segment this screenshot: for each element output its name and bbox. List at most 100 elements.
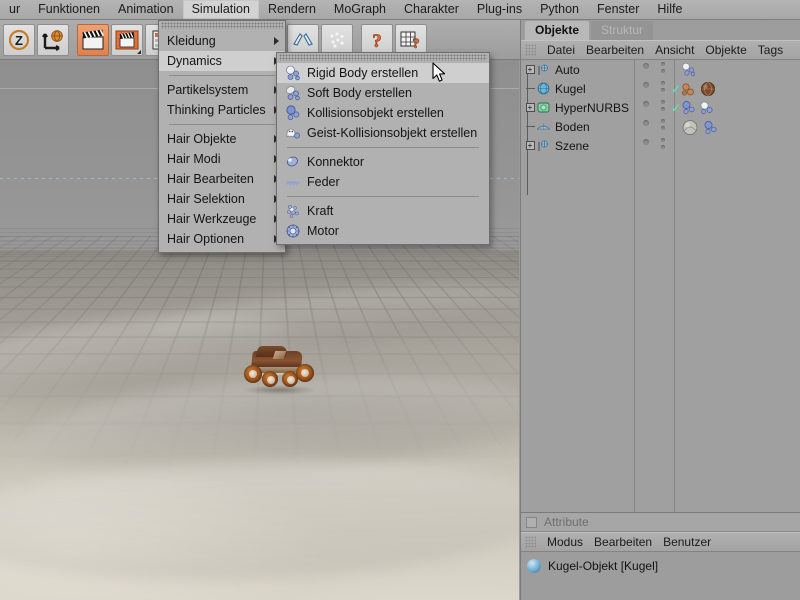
menu-item-hilfe[interactable]: Hilfe (648, 0, 691, 19)
menu-item-label: Hair Modi (167, 152, 221, 166)
visibility-dot[interactable] (643, 63, 649, 69)
table-row[interactable]: Boden (521, 117, 800, 136)
menu-item-rigid-body-erstellen[interactable]: Rigid Body erstellen (277, 63, 489, 83)
expand-toggle-icon[interactable]: + (524, 141, 536, 150)
menu-item-funktionen[interactable]: Funktionen (29, 0, 109, 19)
menu-tearoff-handle[interactable] (161, 22, 283, 29)
menu-item-mograph[interactable]: MoGraph (325, 0, 395, 19)
render-dots[interactable] (661, 81, 665, 92)
menu-item-label: Hair Objekte (167, 132, 236, 146)
menu-item-label: Feder (307, 175, 340, 189)
menu-item-dynamics[interactable]: Dynamics (159, 51, 285, 71)
menu-item-hair-selektion[interactable]: Hair Selektion (159, 189, 285, 209)
menu-item-hair-werkzeuge[interactable]: Hair Werkzeuge (159, 209, 285, 229)
render-dots[interactable] (661, 100, 665, 111)
material-tag-icon[interactable] (681, 119, 700, 136)
visibility-dot[interactable] (643, 101, 649, 107)
menu-item-motor[interactable]: Motor (277, 221, 489, 241)
visibility-dot[interactable] (643, 82, 649, 88)
render-dots[interactable] (661, 62, 665, 73)
object-tree[interactable]: + Auto Kugel ✓ (521, 60, 800, 512)
material-tag-icon[interactable] (681, 82, 696, 97)
expand-toggle-icon[interactable]: + (524, 65, 536, 74)
texture-tag-icon[interactable] (699, 81, 717, 97)
menu-item-kleidung[interactable]: Kleidung (159, 31, 285, 51)
attribute-manager: Attribute Modus Bearbeiten Benutzer Kuge… (521, 512, 800, 600)
tag-group[interactable] (681, 62, 696, 77)
toolbar-group-help: ? ? (360, 24, 428, 56)
z-axis-lock-icon[interactable]: Z (3, 24, 35, 56)
table-row[interactable]: + Szene (521, 136, 800, 155)
om-menu-bearbeiten[interactable]: Bearbeiten (586, 43, 644, 57)
tab-struktur[interactable]: Struktur (591, 21, 653, 40)
menu-item-soft-body-erstellen[interactable]: Soft Body erstellen (277, 83, 489, 103)
om-menu-objekte[interactable]: Objekte (705, 43, 746, 57)
help-icon[interactable]: ? (361, 24, 393, 56)
menu-item-rendern[interactable]: Rendern (259, 0, 325, 19)
car-object-3d[interactable] (238, 349, 318, 393)
enabled-check-icon: ✓ (671, 82, 681, 96)
menu-item-label: Partikelsystem (167, 83, 248, 97)
am-menu-modus[interactable]: Modus (547, 535, 583, 549)
render-dots[interactable] (661, 138, 665, 149)
table-row[interactable]: + Auto (521, 60, 800, 79)
attribute-manager-title: Attribute (521, 513, 800, 532)
array-icon[interactable] (287, 24, 319, 56)
menu-item-hair-modi[interactable]: Hair Modi (159, 149, 285, 169)
dynamics-tag-icon[interactable] (681, 62, 696, 77)
menu-item-charakter[interactable]: Charakter (395, 0, 468, 19)
tag-group[interactable] (681, 100, 714, 115)
menu-item-ur[interactable]: ur (0, 0, 29, 19)
panel-grip-icon[interactable] (525, 44, 536, 56)
menu-item-label: Dynamics (167, 54, 222, 68)
connector-icon (285, 154, 301, 170)
menu-item-partikelsystem[interactable]: Partikelsystem (159, 80, 285, 100)
menu-item-konnektor[interactable]: Konnektor (277, 152, 489, 172)
menu-item-kraft[interactable]: Kraft (277, 201, 489, 221)
tab-objekte[interactable]: Objekte (525, 21, 589, 40)
object-label: Auto (555, 63, 580, 77)
render-view-icon[interactable] (77, 24, 109, 56)
table-row[interactable]: + HyperNURBS ✓ (521, 98, 800, 117)
menu-item-hair-objekte[interactable]: Hair Objekte (159, 129, 285, 149)
dynamics-tag-icon[interactable] (681, 100, 696, 115)
menu-item-plugins[interactable]: Plug-ins (468, 0, 531, 19)
attribute-checkbox-icon[interactable] (526, 517, 537, 528)
table-row[interactable]: Kugel ✓ (521, 79, 800, 98)
am-menu-bearbeiten[interactable]: Bearbeiten (594, 535, 652, 549)
menu-item-thinking-particles[interactable]: Thinking Particles (159, 100, 285, 120)
world-coordinates-icon[interactable] (37, 24, 69, 56)
tag-group[interactable] (681, 81, 717, 97)
visibility-dot[interactable] (643, 120, 649, 126)
visibility-dot[interactable] (643, 139, 649, 145)
render-dots[interactable] (661, 119, 665, 130)
layout-help-icon[interactable]: ? (395, 24, 427, 56)
menu-item-hair-bearbeiten[interactable]: Hair Bearbeiten (159, 169, 285, 189)
am-menu-benutzer[interactable]: Benutzer (663, 535, 711, 549)
dynamics-tag-icon[interactable] (703, 120, 718, 135)
tag-group[interactable] (681, 119, 718, 136)
deformer-icon[interactable] (321, 24, 353, 56)
svg-text:Z: Z (15, 33, 23, 48)
om-menu-tags[interactable]: Tags (758, 43, 783, 57)
svg-text:?: ? (412, 36, 420, 51)
menu-item-fenster[interactable]: Fenster (588, 0, 648, 19)
hypernurbs-icon (536, 101, 551, 114)
panel-grip-icon[interactable] (525, 536, 536, 548)
menu-item-feder[interactable]: Feder (277, 172, 489, 192)
expand-toggle-icon[interactable]: + (524, 103, 536, 112)
menu-tearoff-handle[interactable] (279, 54, 487, 61)
menu-item-kollisionsobjekt-erstellen[interactable]: Kollisionsobjekt erstellen (277, 103, 489, 123)
om-menu-ansicht[interactable]: Ansicht (655, 43, 694, 57)
rigid-body-icon (285, 65, 301, 81)
menu-item-python[interactable]: Python (531, 0, 588, 19)
menu-item-hair-optionen[interactable]: Hair Optionen (159, 229, 285, 249)
menu-item-geist-kollisionsobjekt-erstellen[interactable]: Geist-Kollisionsobjekt erstellen (277, 123, 489, 143)
om-menu-datei[interactable]: Datei (547, 43, 575, 57)
spring-icon (285, 174, 301, 190)
menu-item-animation[interactable]: Animation (109, 0, 183, 19)
render-settings-icon[interactable] (111, 24, 143, 56)
collider-tag-icon[interactable] (699, 100, 714, 115)
menu-item-simulation[interactable]: Simulation (183, 0, 259, 19)
force-icon (285, 203, 301, 219)
